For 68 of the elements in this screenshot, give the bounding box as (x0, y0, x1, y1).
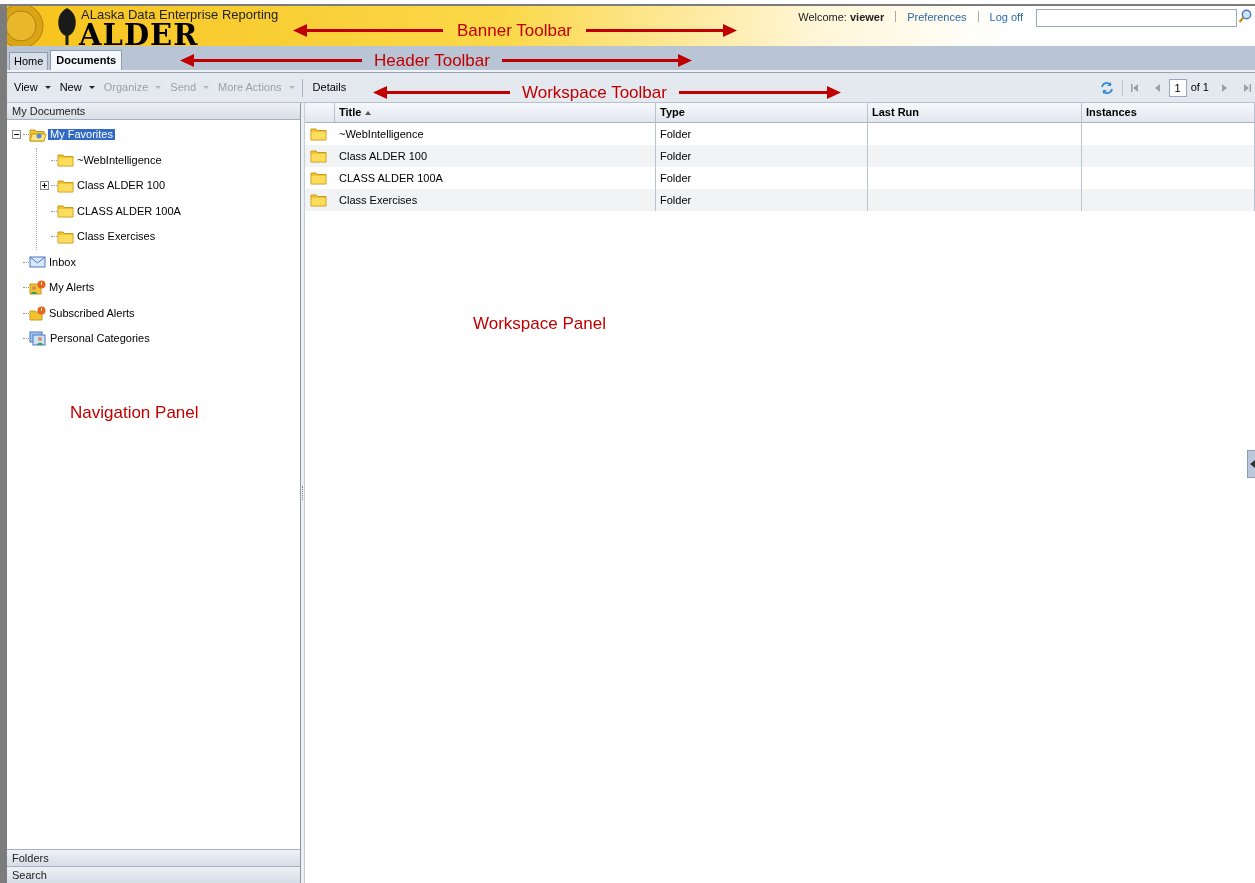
search-field[interactable] (1036, 9, 1237, 27)
details-button[interactable]: Details (312, 79, 347, 96)
collapse-icon[interactable] (11, 130, 21, 140)
categories-icon (29, 331, 47, 347)
tree-item[interactable]: Class ALDER 100 (75, 180, 168, 192)
table-cell: Class Exercises (335, 189, 656, 211)
folder-icon (57, 153, 74, 168)
annotation-label: Banner Toolbar (457, 20, 572, 42)
header-link[interactable]: Preferences (907, 9, 967, 26)
open-folder-icon (29, 127, 47, 142)
refresh-icon[interactable] (1099, 80, 1114, 95)
tree-item[interactable]: Personal Categories (48, 333, 152, 345)
last-page-icon[interactable] (1243, 82, 1251, 93)
alert-person-icon (29, 280, 46, 296)
column-header[interactable]: Last Run (868, 103, 1082, 122)
expand-icon[interactable] (39, 181, 49, 191)
folder-icon (57, 229, 74, 244)
banner-subtitle: ALaska Data Enterprise Reporting (81, 8, 279, 21)
tab[interactable]: Home (9, 52, 49, 70)
folder-icon (57, 204, 74, 219)
tree-item[interactable]: My Alerts (47, 282, 97, 294)
welcome-text: Welcome: viewer (798, 10, 885, 25)
annotation-label: Header Toolbar (374, 50, 490, 72)
tree-item[interactable]: Inbox (47, 256, 78, 268)
envelope-icon (29, 255, 46, 270)
menu-button[interactable]: View (14, 79, 51, 96)
tree-item[interactable]: CLASS ALDER 100A (75, 205, 183, 217)
previous-page-icon[interactable] (1154, 82, 1161, 93)
header-link[interactable]: Log off (989, 9, 1023, 26)
tab[interactable]: Documents (50, 50, 123, 70)
column-header[interactable]: Instances (1082, 103, 1255, 122)
accordion-header[interactable]: Search (7, 866, 300, 883)
next-page-icon[interactable] (1221, 82, 1227, 93)
column-header[interactable]: Title (335, 103, 656, 122)
panel-header: My Documents (7, 103, 300, 120)
seal-icon (7, 6, 47, 46)
search-icon[interactable] (1238, 9, 1252, 24)
tree-item[interactable]: My Favorites (48, 129, 115, 141)
side-panel-toggle[interactable] (1247, 450, 1255, 478)
page-count: of 1 (1190, 80, 1209, 96)
folder-icon (57, 178, 74, 193)
dropdown-caret-icon (155, 86, 162, 89)
dropdown-caret-icon (288, 86, 295, 89)
folder-icon (310, 149, 327, 163)
alert-folder-icon (29, 305, 46, 321)
splitter-grip-icon[interactable] (301, 486, 304, 500)
annotation-label: Workspace Panel (473, 313, 606, 335)
table-cell: Folder (656, 189, 868, 211)
alder-logo: ALDER (79, 21, 199, 50)
folder-icon (310, 193, 327, 207)
table-row[interactable]: Class ALDER 100 Folder (305, 145, 1255, 167)
tree-item[interactable]: Subscribed Alerts (47, 307, 137, 319)
folder-icon (310, 171, 327, 185)
annotation-label: Navigation Panel (70, 402, 199, 424)
page-field[interactable]: 1 (1168, 78, 1187, 97)
column-header[interactable]: Type (656, 103, 868, 122)
tree-item[interactable]: ~WebIntelligence (75, 154, 164, 166)
dropdown-caret-icon (203, 86, 209, 89)
accordion-header[interactable]: Folders (7, 849, 300, 866)
tree-item[interactable]: Class Exercises (75, 231, 158, 243)
table-row[interactable]: Class Exercises Folder (305, 189, 1255, 211)
menu-button[interactable]: New (59, 79, 95, 96)
annotation-label: Workspace Toolbar (522, 82, 667, 104)
first-page-icon[interactable] (1130, 82, 1139, 93)
sort-up-icon (365, 110, 372, 115)
dropdown-caret-icon (44, 86, 51, 89)
folder-icon (310, 127, 327, 141)
dropdown-caret-icon (88, 86, 95, 89)
